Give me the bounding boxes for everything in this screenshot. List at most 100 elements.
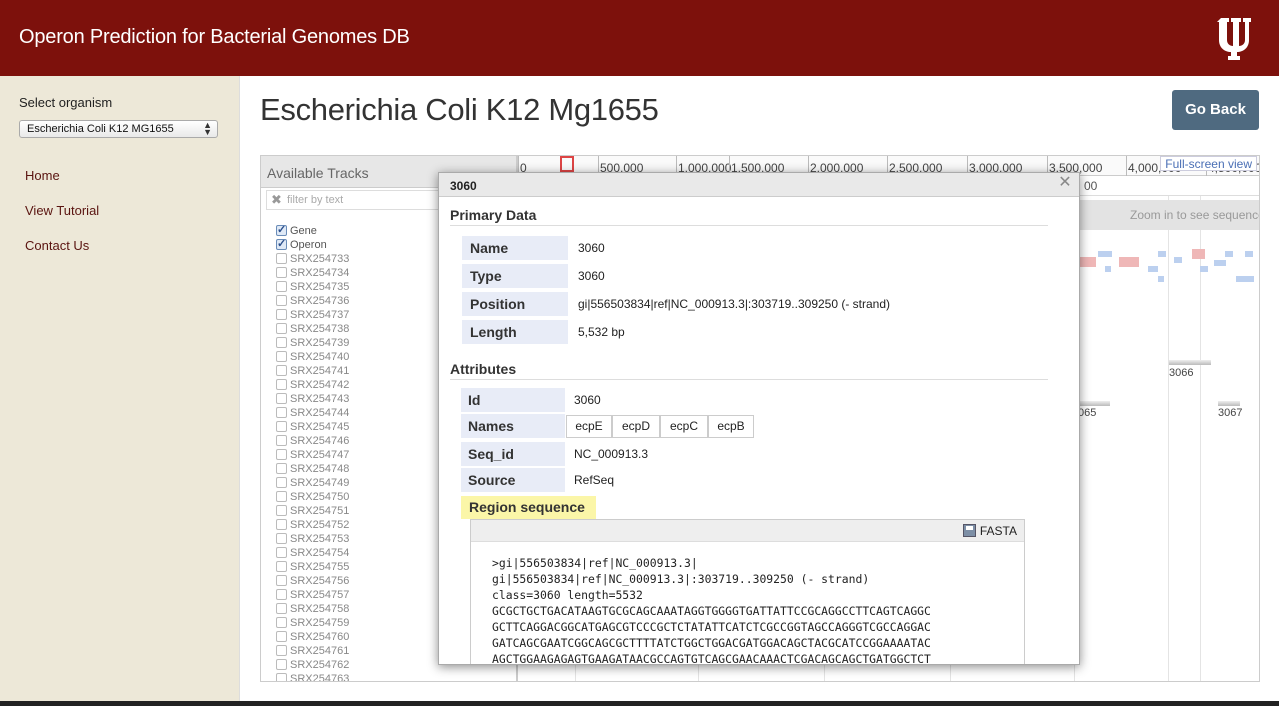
track-checkbox[interactable] xyxy=(276,631,287,642)
track-checkbox[interactable] xyxy=(276,589,287,600)
track-item[interactable]: SRX254747 xyxy=(276,448,349,462)
track-checkbox[interactable] xyxy=(276,463,287,474)
track-item[interactable]: SRX254749 xyxy=(276,476,349,490)
track-item[interactable]: SRX254735 xyxy=(276,280,349,294)
track-item[interactable]: SRX254736 xyxy=(276,294,349,308)
track-item[interactable]: SRX254745 xyxy=(276,420,349,434)
track-item[interactable]: SRX254753 xyxy=(276,532,349,546)
track-checkbox[interactable] xyxy=(276,309,287,320)
track-checkbox[interactable] xyxy=(276,505,287,516)
track-label: SRX254760 xyxy=(290,631,350,643)
track-item[interactable]: SRX254752 xyxy=(276,518,349,532)
track-checkbox[interactable] xyxy=(276,575,287,586)
track-checkbox[interactable] xyxy=(276,281,287,292)
track-checkbox[interactable] xyxy=(276,407,287,418)
track-checkbox[interactable] xyxy=(276,659,287,670)
full-screen-link[interactable]: Full-screen view xyxy=(1160,156,1257,171)
name-value: ecpC xyxy=(660,415,708,438)
organism-select[interactable]: Escherichia Coli K12 MG1655 ▲ ▼ xyxy=(19,120,218,138)
filter-placeholder: filter by text xyxy=(287,194,344,206)
track-item[interactable]: SRX254761 xyxy=(276,644,349,658)
track-checkbox[interactable] xyxy=(276,673,287,681)
gene-feature[interactable] xyxy=(1098,251,1112,257)
track-item[interactable]: SRX254763 xyxy=(276,672,349,681)
operon-feature[interactable] xyxy=(1192,249,1205,259)
track-item[interactable]: SRX254744 xyxy=(276,406,349,420)
track-checkbox[interactable] xyxy=(276,449,287,460)
track-checkbox[interactable] xyxy=(276,379,287,390)
gene-feature[interactable] xyxy=(1158,276,1164,282)
track-checkbox[interactable] xyxy=(276,603,287,614)
track-item[interactable]: SRX254750 xyxy=(276,490,349,504)
gene-feature[interactable] xyxy=(1236,276,1254,282)
track-checkbox[interactable] xyxy=(276,223,287,237)
operon-feature[interactable] xyxy=(1169,360,1211,365)
operon-feature[interactable] xyxy=(1078,401,1110,406)
track-item[interactable]: SRX254754 xyxy=(276,546,349,560)
track-item[interactable]: SRX254734 xyxy=(276,266,349,280)
track-checkbox[interactable] xyxy=(276,237,287,251)
gene-feature[interactable] xyxy=(1225,251,1233,257)
track-item[interactable]: Operon xyxy=(276,237,349,252)
track-checkbox[interactable] xyxy=(276,477,287,488)
operon-feature[interactable] xyxy=(1119,257,1139,267)
track-checkbox[interactable] xyxy=(276,351,287,362)
sequence-text[interactable]: >gi|556503834|ref|NC_000913.3| gi|556503… xyxy=(492,555,931,664)
track-item[interactable]: Gene xyxy=(276,223,349,238)
track-label: SRX254741 xyxy=(290,365,350,377)
track-item[interactable]: SRX254741 xyxy=(276,364,349,378)
clear-filter-icon[interactable]: ✖ xyxy=(271,192,282,208)
iu-trident-logo-icon[interactable] xyxy=(1217,14,1255,62)
track-checkbox[interactable] xyxy=(276,547,287,558)
track-item[interactable]: SRX254748 xyxy=(276,462,349,476)
track-checkbox[interactable] xyxy=(276,337,287,348)
track-item[interactable]: SRX254751 xyxy=(276,504,349,518)
gene-feature[interactable] xyxy=(1245,251,1253,257)
track-checkbox[interactable] xyxy=(276,421,287,432)
operon-feature[interactable] xyxy=(1080,257,1096,267)
track-checkbox[interactable] xyxy=(276,267,287,278)
track-item[interactable]: SRX254757 xyxy=(276,588,349,602)
gene-feature[interactable] xyxy=(1105,266,1111,272)
viewport-indicator[interactable] xyxy=(560,156,574,172)
nav-contact-us[interactable]: Contact Us xyxy=(25,238,89,253)
gene-feature[interactable] xyxy=(1214,260,1226,266)
operon-feature[interactable] xyxy=(1218,401,1240,406)
track-checkbox[interactable] xyxy=(276,295,287,306)
track-checkbox[interactable] xyxy=(276,645,287,656)
track-item[interactable]: SRX254762 xyxy=(276,658,349,672)
track-item[interactable]: SRX254756 xyxy=(276,574,349,588)
track-checkbox[interactable] xyxy=(276,533,287,544)
close-icon[interactable]: ✕ xyxy=(1057,175,1073,191)
go-back-button[interactable]: Go Back xyxy=(1172,90,1259,130)
track-checkbox[interactable] xyxy=(276,253,287,264)
track-item[interactable]: SRX254740 xyxy=(276,350,349,364)
nav-home[interactable]: Home xyxy=(25,168,60,183)
track-checkbox[interactable] xyxy=(276,393,287,404)
track-item[interactable]: SRX254739 xyxy=(276,336,349,350)
fasta-download-button[interactable]: FASTA xyxy=(962,524,1017,538)
track-item[interactable]: SRX254746 xyxy=(276,434,349,448)
track-item[interactable]: SRX254742 xyxy=(276,378,349,392)
track-checkbox[interactable] xyxy=(276,435,287,446)
track-item[interactable]: SRX254755 xyxy=(276,560,349,574)
track-checkbox[interactable] xyxy=(276,519,287,530)
track-checkbox[interactable] xyxy=(276,365,287,376)
track-checkbox[interactable] xyxy=(276,491,287,502)
track-checkbox[interactable] xyxy=(276,561,287,572)
gene-feature[interactable] xyxy=(1200,266,1208,272)
track-item[interactable]: SRX254733 xyxy=(276,252,349,266)
track-checkbox[interactable] xyxy=(276,617,287,628)
track-item[interactable]: SRX254743 xyxy=(276,392,349,406)
gene-feature[interactable] xyxy=(1174,257,1182,263)
track-checkbox[interactable] xyxy=(276,323,287,334)
track-item[interactable]: SRX254737 xyxy=(276,308,349,322)
gene-feature[interactable] xyxy=(1148,266,1158,272)
nav-view-tutorial[interactable]: View Tutorial xyxy=(25,203,99,218)
track-item[interactable]: SRX254759 xyxy=(276,616,349,630)
track-item[interactable]: SRX254760 xyxy=(276,630,349,644)
gene-feature[interactable] xyxy=(1158,251,1166,257)
track-label: SRX254754 xyxy=(290,547,350,559)
track-item[interactable]: SRX254758 xyxy=(276,602,349,616)
track-item[interactable]: SRX254738 xyxy=(276,322,349,336)
